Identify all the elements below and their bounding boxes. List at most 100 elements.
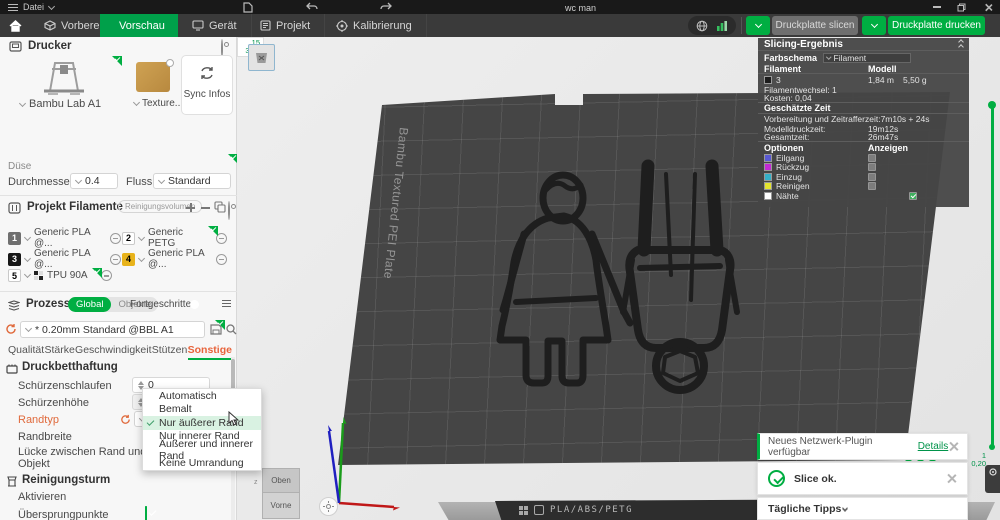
options-column-header: Optionen <box>764 142 804 153</box>
minimize-button[interactable] <box>933 0 941 14</box>
option-checkbox[interactable] <box>868 182 876 191</box>
option-checkbox[interactable] <box>868 172 876 181</box>
close-button[interactable] <box>983 0 994 14</box>
reset-icon[interactable] <box>5 323 17 335</box>
tab-strength[interactable]: Stärke <box>44 344 74 360</box>
skirt-height-label: Schürzenhöhe <box>18 397 89 409</box>
layer-slider[interactable] <box>991 104 994 447</box>
plate-selector[interactable]: Texture... <box>132 57 183 115</box>
search-icon[interactable] <box>226 324 237 335</box>
remove-icon[interactable] <box>216 253 227 265</box>
print-plate-button[interactable]: Druckplatte drucken <box>888 16 985 35</box>
tab-speed[interactable]: Geschwindigkeit <box>75 344 151 360</box>
brim-type-dropdown-menu: Automatisch Bemalt Nur äußerer Rand Nur … <box>142 388 262 471</box>
tab-support[interactable]: Stützen <box>152 344 188 360</box>
option-color-swatch <box>764 163 772 172</box>
filament-row-4[interactable]: 4 Generic PLA @... <box>122 248 227 270</box>
printer-name: Bambu Lab A1 <box>29 98 102 110</box>
maximize-button[interactable] <box>957 0 966 14</box>
menu-item-no-brim[interactable]: Keine Umrandung <box>143 457 261 471</box>
menu-item-outer-only[interactable]: Nur äußerer Rand <box>143 416 261 430</box>
home-icon <box>9 19 21 32</box>
filament-row-1[interactable]: 1 Generic PLA @... <box>8 227 121 249</box>
slice-plate-button[interactable]: Druckplatte slicen <box>772 16 858 35</box>
filament-settings-gear-icon[interactable] <box>228 201 230 220</box>
viewport-3d[interactable]: Bambu Textured PEI Plate PLA/ABS/PETG HO… <box>237 37 1000 520</box>
slice-dropdown-button[interactable] <box>746 16 770 35</box>
close-icon[interactable] <box>948 441 959 452</box>
view-cube[interactable]: Oben Vorne <box>262 468 300 520</box>
tab-project[interactable]: Projekt <box>246 14 326 37</box>
printer-icon <box>9 41 22 52</box>
slicing-panel-title: Slicing-Ergebnis <box>764 38 843 50</box>
remove-icon[interactable] <box>101 270 112 281</box>
view-cube-front[interactable]: Vorne <box>262 493 300 519</box>
printer-section-header: Drucker <box>28 40 72 52</box>
new-project-button[interactable] <box>243 0 253 14</box>
prep-time-label: Vorbereitung und Zeitrafferzeit: <box>764 114 881 124</box>
tab-preview[interactable]: Vorschau <box>100 14 178 37</box>
plate-thumbnail-button[interactable] <box>248 44 275 71</box>
layer-slider-bottom-dot <box>989 444 995 450</box>
filament-column-header: Filament <box>764 63 802 74</box>
menu-item-label: Keine Umrandung <box>159 457 244 470</box>
menu-item-painted[interactable]: Bemalt <box>143 403 261 417</box>
orbit-icon[interactable] <box>319 497 338 516</box>
save-icon[interactable] <box>210 324 222 335</box>
ams-mapping-icon[interactable] <box>214 201 226 213</box>
window-title: wc man <box>565 3 597 13</box>
chevron-down-icon <box>870 20 878 29</box>
redo-button[interactable] <box>380 0 392 14</box>
cube-top-label: Oben <box>271 476 291 485</box>
divider <box>0 195 237 196</box>
undo-button[interactable] <box>306 0 318 14</box>
layer-slider-handle[interactable] <box>988 101 996 109</box>
option-checkbox[interactable] <box>868 153 876 162</box>
file-menu[interactable]: Datei <box>8 0 56 14</box>
tab-others[interactable]: Sonstige <box>187 344 232 360</box>
filament-row-3[interactable]: 3 Generic PLA @... <box>8 248 121 270</box>
add-filament-button[interactable] <box>186 203 195 212</box>
layer-range-icon[interactable] <box>985 465 1000 493</box>
tab-quality[interactable]: Qualität <box>8 344 44 360</box>
filament-name: TPU 90A <box>47 270 88 281</box>
divider <box>0 291 237 292</box>
option-checkbox[interactable] <box>868 163 876 172</box>
plugin-details-link[interactable]: Details <box>918 441 949 452</box>
print-dropdown-button[interactable] <box>862 16 886 35</box>
option-label: Reinigen <box>776 181 810 192</box>
remove-icon[interactable] <box>110 232 121 244</box>
cube-front-label: Vorne <box>270 501 292 510</box>
menu-item-outer-and-inner[interactable]: Äußerer und innerer Rand <box>143 438 261 462</box>
reset-icon[interactable] <box>120 414 131 425</box>
flush-volume-label: Reinigungsvolumen <box>125 202 196 211</box>
remove-filament-button[interactable] <box>201 207 210 209</box>
close-icon[interactable] <box>946 473 957 484</box>
tab-calibration[interactable]: Kalibrierung <box>322 14 427 37</box>
menu-item-automatic[interactable]: Automatisch <box>143 389 261 403</box>
preset-list-icon[interactable] <box>222 298 231 309</box>
project-icon <box>260 20 271 31</box>
view-cube-top[interactable]: Oben <box>262 468 300 493</box>
preset-select[interactable]: * 0.20mm Standard @BBL A1 <box>20 321 205 338</box>
scope-global[interactable]: Global <box>68 297 112 312</box>
sync-infos-button[interactable]: Sync Infos <box>181 55 233 115</box>
device-icon <box>192 20 204 31</box>
collapse-icon[interactable] <box>958 38 964 50</box>
globe-icon[interactable] <box>696 20 708 32</box>
option-color-swatch <box>764 153 772 162</box>
tab-device[interactable]: Gerät <box>178 14 252 37</box>
daily-tips-bar[interactable]: Tägliche Tipps <box>757 497 968 520</box>
stats-icon[interactable] <box>716 20 728 32</box>
color-scheme-select[interactable]: Filament <box>823 52 912 63</box>
layer-slider-bottom-label: 1 0,20 <box>971 452 986 468</box>
model-wc-figures[interactable] <box>480 150 750 395</box>
remove-icon[interactable] <box>110 253 121 265</box>
flow-select[interactable]: Standard <box>153 173 231 189</box>
option-checkbox[interactable] <box>908 191 917 200</box>
calibration-icon <box>336 19 348 32</box>
home-button[interactable] <box>0 14 30 37</box>
diameter-select[interactable]: 0.4 <box>70 173 118 189</box>
toolbar-divider <box>741 17 742 34</box>
skip-points-checkbox[interactable] <box>145 506 147 520</box>
